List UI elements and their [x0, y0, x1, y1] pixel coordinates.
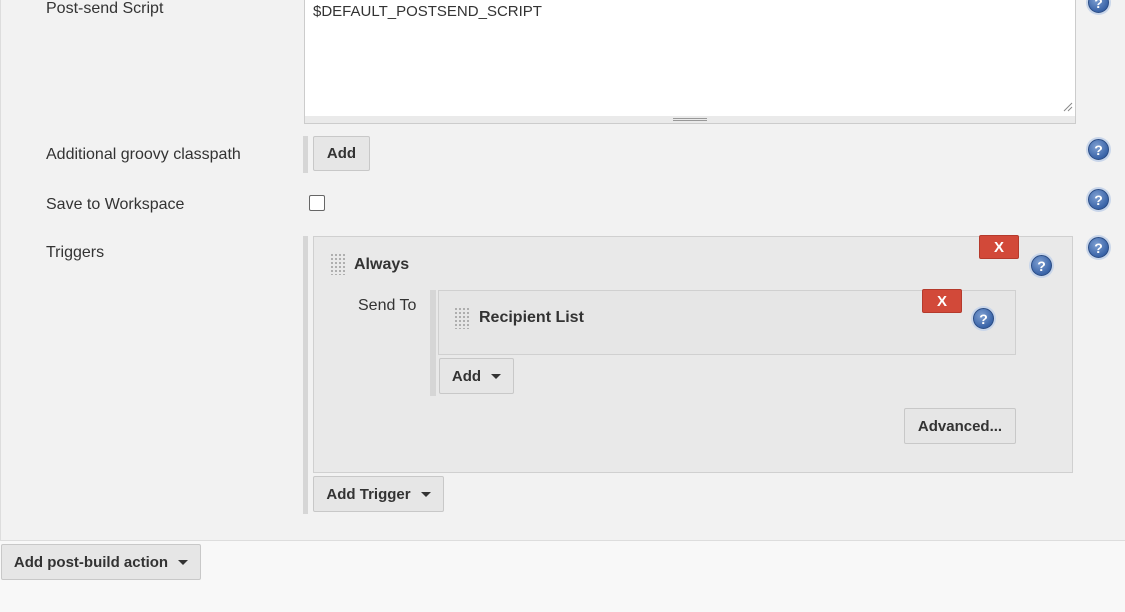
save-to-workspace-label: Save to Workspace — [46, 196, 185, 213]
textarea-resize-bar[interactable] — [304, 116, 1076, 124]
triggers-label: Triggers — [46, 244, 105, 261]
caret-down-icon — [420, 491, 431, 497]
groovy-classpath-label: Additional groovy classpath — [46, 146, 241, 163]
trigger-name: Always — [354, 256, 410, 273]
help-icon[interactable]: ? — [1088, 189, 1109, 210]
advanced-button[interactable]: Advanced... — [904, 408, 1016, 444]
add-trigger-label: Add Trigger — [326, 485, 411, 503]
resize-bar-grip-icon — [673, 118, 707, 121]
help-icon[interactable]: ? — [1088, 139, 1109, 160]
help-icon[interactable]: ? — [973, 308, 994, 329]
send-to-group-bar — [430, 290, 436, 396]
resize-grip-icon[interactable] — [1063, 102, 1073, 112]
help-icon[interactable]: ? — [1031, 255, 1052, 276]
drag-handle-icon[interactable] — [454, 307, 469, 329]
send-to-add-label: Add — [451, 367, 482, 385]
add-post-build-action-button[interactable]: Add post-build action — [1, 544, 201, 580]
save-to-workspace-checkbox[interactable] — [309, 195, 325, 211]
classpath-group-bar — [303, 136, 308, 173]
triggers-group-bar — [303, 236, 308, 514]
send-to-label: Send To — [358, 297, 417, 314]
post-send-script-label: Post-send Script — [46, 0, 164, 17]
caret-down-icon — [178, 559, 189, 565]
help-icon[interactable]: ? — [1088, 0, 1109, 13]
recipient-list-panel: Recipient List X ? — [438, 289, 1016, 355]
drag-handle-icon[interactable] — [330, 253, 345, 275]
delete-trigger-button[interactable]: X — [979, 235, 1019, 259]
add-post-build-action-label: Add post-build action — [13, 553, 169, 571]
help-icon[interactable]: ? — [1088, 237, 1109, 258]
caret-down-icon — [491, 373, 502, 379]
classpath-add-button[interactable]: Add — [313, 136, 370, 171]
add-trigger-button[interactable]: Add Trigger — [313, 476, 444, 512]
delete-recipient-button[interactable]: X — [922, 289, 962, 313]
post-send-script-textarea[interactable] — [304, 0, 1076, 117]
post-build-section: Post-send Script ? Additional groovy cla… — [0, 0, 1125, 541]
recipient-list-heading: Recipient List — [479, 309, 584, 326]
trigger-panel-always: Always X ? Send To Recipient List X ? Ad… — [313, 235, 1073, 473]
send-to-add-button[interactable]: Add — [439, 358, 514, 394]
